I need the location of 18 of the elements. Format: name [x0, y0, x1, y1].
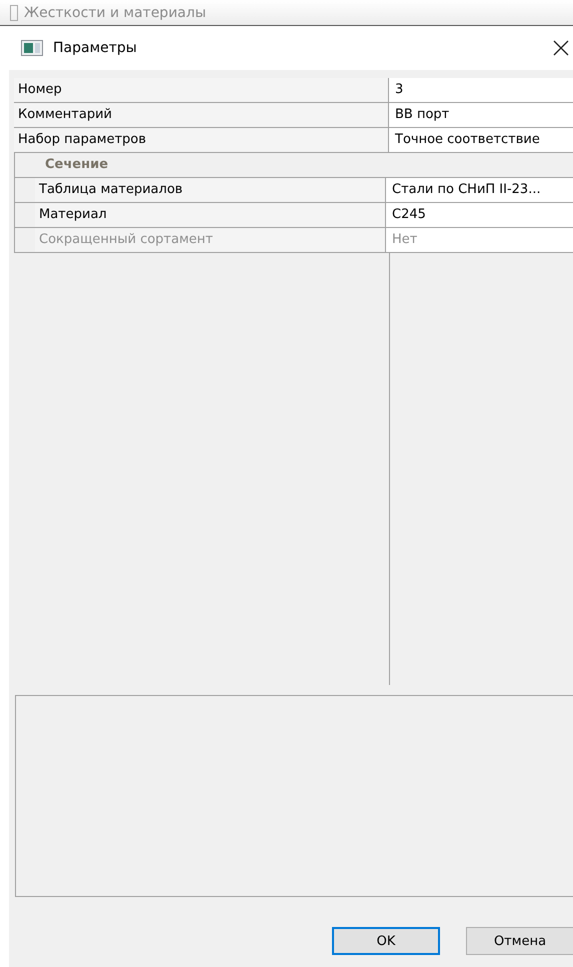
property-name: Номер: [14, 78, 389, 102]
window-title: Параметры: [53, 40, 138, 56]
property-name: Материал: [35, 203, 386, 227]
property-value[interactable]: Стали по СНиП II-23...: [386, 178, 573, 202]
property-name: Сокращенный сортамент: [35, 228, 386, 252]
property-value[interactable]: ВВ порт: [389, 103, 573, 127]
dialog-button[interactable]: Отмена: [466, 927, 573, 955]
background-window-title: Жесткости и материалы: [24, 4, 206, 22]
property-value[interactable]: 3: [389, 78, 573, 102]
property-name: Комментарий: [14, 103, 389, 127]
window-icon: [10, 4, 18, 20]
app-icon: [21, 40, 43, 56]
close-icon[interactable]: [553, 40, 569, 56]
property-value[interactable]: Точное соответствие: [389, 128, 573, 152]
property-name: Набор параметров: [14, 128, 389, 152]
property-name: Таблица материалов: [35, 178, 386, 202]
property-value[interactable]: С245: [386, 203, 573, 227]
dialog-button[interactable]: OK: [332, 927, 440, 955]
